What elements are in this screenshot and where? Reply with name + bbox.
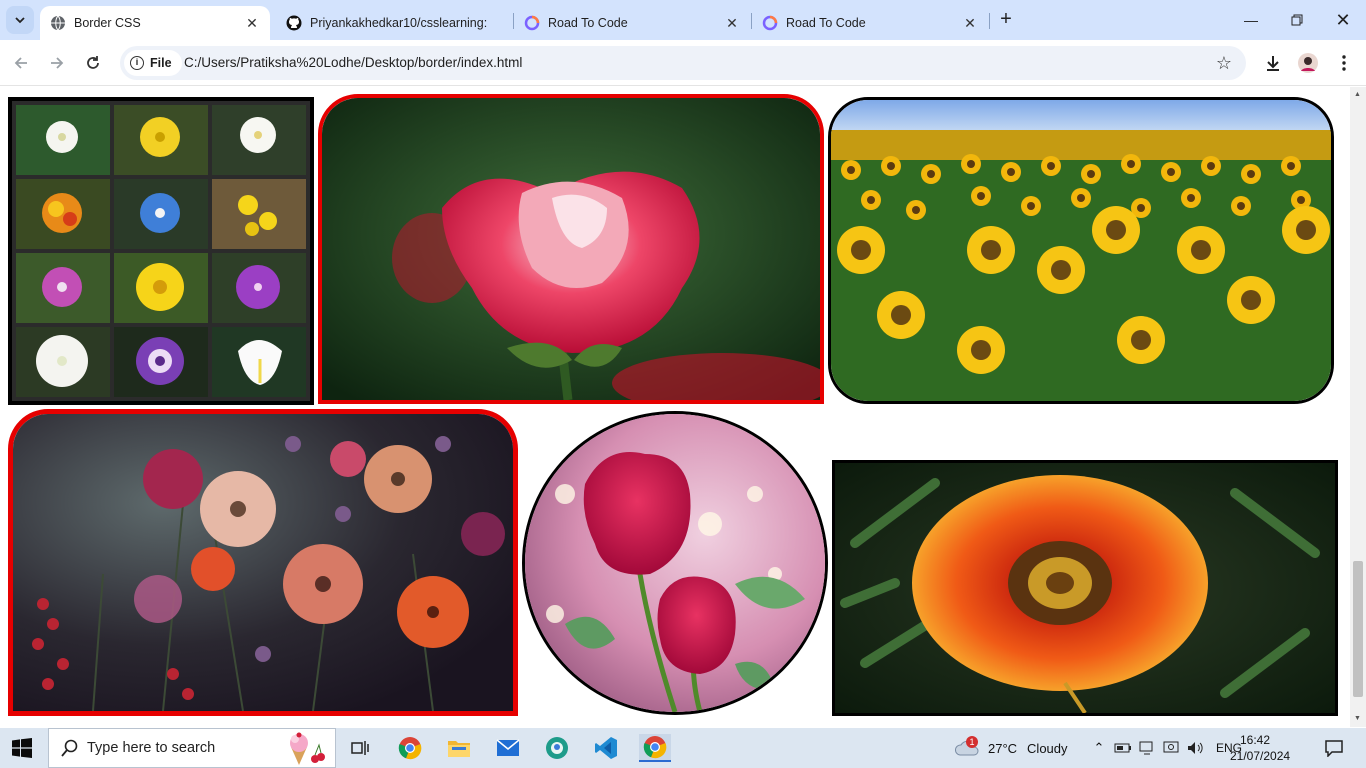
scrollbar-thumb[interactable] [1353, 561, 1363, 697]
vscode-icon [595, 737, 617, 759]
clock[interactable]: 16:42 21/07/2024 [1230, 732, 1291, 764]
globe-icon [51, 15, 65, 31]
page-viewport [0, 87, 1350, 727]
notifications-button[interactable] [1318, 734, 1350, 762]
chrome-icon [398, 737, 422, 760]
vscode-app[interactable] [590, 734, 622, 762]
gazania-graphic [835, 463, 1335, 713]
clock-date: 21/07/2024 [1230, 749, 1291, 763]
address-bar[interactable]: i File C:/Users/Pratiksha%20Lodhe/Deskto… [120, 46, 1246, 80]
tab-title: Border CSS [74, 16, 141, 30]
windows-logo-icon [12, 738, 32, 758]
minimize-icon: — [1244, 12, 1258, 28]
avatar [1298, 53, 1318, 73]
taskbar-search[interactable]: Type here to search [48, 728, 336, 768]
sunflower-field-image [828, 97, 1334, 404]
system-tray: ⌃ ENG [1090, 728, 1242, 768]
folder-icon [448, 741, 470, 757]
info-icon: i [130, 56, 144, 70]
clock-time: 16:42 [1239, 733, 1271, 747]
tab-title: Road To Code [548, 16, 628, 30]
notification-icon [1325, 740, 1343, 757]
ice-cream-icon [290, 732, 325, 765]
two-roses-image [522, 411, 828, 715]
roadtocode-icon [524, 15, 540, 31]
restore-button[interactable] [1274, 0, 1320, 40]
reload-icon [87, 56, 99, 69]
sunflower-field-graphic [831, 100, 1331, 401]
mail-icon [496, 739, 520, 756]
reload-button[interactable] [80, 50, 106, 76]
forward-button[interactable] [44, 50, 70, 76]
file-explorer-app[interactable] [443, 734, 475, 762]
battery-icon[interactable] [1114, 741, 1132, 755]
browser-menu-button[interactable] [1333, 52, 1355, 74]
profile-button[interactable] [1297, 52, 1319, 74]
scroll-down-icon[interactable]: ▼ [1354, 715, 1361, 722]
weather-widget[interactable]: 1 27°C Cloudy [954, 728, 1068, 768]
restore-icon [1291, 14, 1303, 26]
tab-road-to-code-2[interactable]: Road To Code ✕ [752, 6, 988, 40]
back-button[interactable] [8, 50, 34, 76]
flower-grid-graphic [12, 101, 310, 401]
tab-divider [989, 13, 990, 29]
search-placeholder: Type here to search [87, 740, 216, 756]
edge-icon [546, 737, 568, 759]
kebab-menu-icon [1342, 55, 1346, 71]
url-text[interactable]: C:/Users/Pratiksha%20Lodhe/Desktop/borde… [184, 55, 522, 70]
download-icon [1267, 56, 1279, 71]
assorted-flowers-graphic [13, 414, 513, 711]
chrome-icon [643, 736, 667, 759]
display-icon[interactable] [1162, 740, 1180, 756]
arrow-left-icon [14, 57, 27, 69]
close-icon[interactable]: ✕ [960, 13, 980, 33]
weather-desc: Cloudy [1027, 740, 1068, 756]
taskbar: Type here to search 1 27°C Cloudy ⌃ ENG … [0, 728, 1366, 768]
tab-search-button[interactable] [6, 6, 34, 34]
assorted-flowers-image [8, 409, 518, 716]
search-icon [61, 739, 78, 757]
chrome-app[interactable] [394, 734, 426, 762]
weather-temp: 27°C [988, 740, 1018, 756]
edge-app[interactable] [541, 734, 573, 762]
page-scrollbar[interactable]: ▲ ▼ [1350, 87, 1366, 727]
new-tab-button[interactable]: + [996, 9, 1016, 30]
github-icon [286, 15, 302, 31]
scroll-up-icon[interactable]: ▲ [1354, 91, 1361, 98]
bookmark-star-icon[interactable]: ☆ [1216, 53, 1232, 74]
browser-toolbar: i File C:/Users/Pratiksha%20Lodhe/Deskto… [0, 40, 1366, 86]
chevron-down-icon [15, 17, 25, 24]
rose-graphic [322, 98, 820, 400]
tab-road-to-code-1[interactable]: Road To Code ✕ [514, 6, 750, 40]
close-icon[interactable]: ✕ [242, 13, 262, 33]
tab-border-css[interactable]: Border CSS ✕ [40, 6, 270, 40]
downloads-button[interactable] [1262, 52, 1284, 74]
start-button[interactable] [12, 738, 32, 758]
site-info-chip[interactable]: i File [124, 50, 182, 76]
mail-app[interactable] [492, 734, 524, 762]
chrome-app-active[interactable] [639, 734, 671, 762]
two-roses-graphic [525, 414, 825, 712]
minimize-button[interactable]: — [1228, 0, 1274, 40]
task-view-button[interactable] [344, 734, 376, 762]
roadtocode-icon [762, 15, 778, 31]
close-icon[interactable]: ✕ [722, 13, 742, 33]
flower-grid-image [8, 97, 314, 405]
arrow-right-icon [51, 57, 64, 69]
network-icon[interactable] [1138, 740, 1156, 756]
chevron-up-icon[interactable]: ⌃ [1090, 740, 1108, 756]
volume-icon[interactable] [1186, 740, 1206, 756]
scheme-label: File [150, 56, 172, 70]
rose-image [318, 94, 824, 404]
tab-strip: Border CSS ✕ Priyankakhedkar10/csslearni… [0, 0, 1366, 40]
tab-title: Road To Code [786, 16, 866, 30]
weather-badge: 1 [966, 736, 978, 748]
tab-title: Priyankakhedkar10/csslearning: [310, 16, 488, 30]
close-icon: ✕ [1335, 9, 1351, 30]
gazania-image [832, 460, 1338, 716]
close-window-button[interactable]: ✕ [1320, 0, 1366, 40]
tab-github[interactable]: Priyankakhedkar10/csslearning: [276, 6, 512, 40]
task-view-icon [351, 741, 369, 755]
